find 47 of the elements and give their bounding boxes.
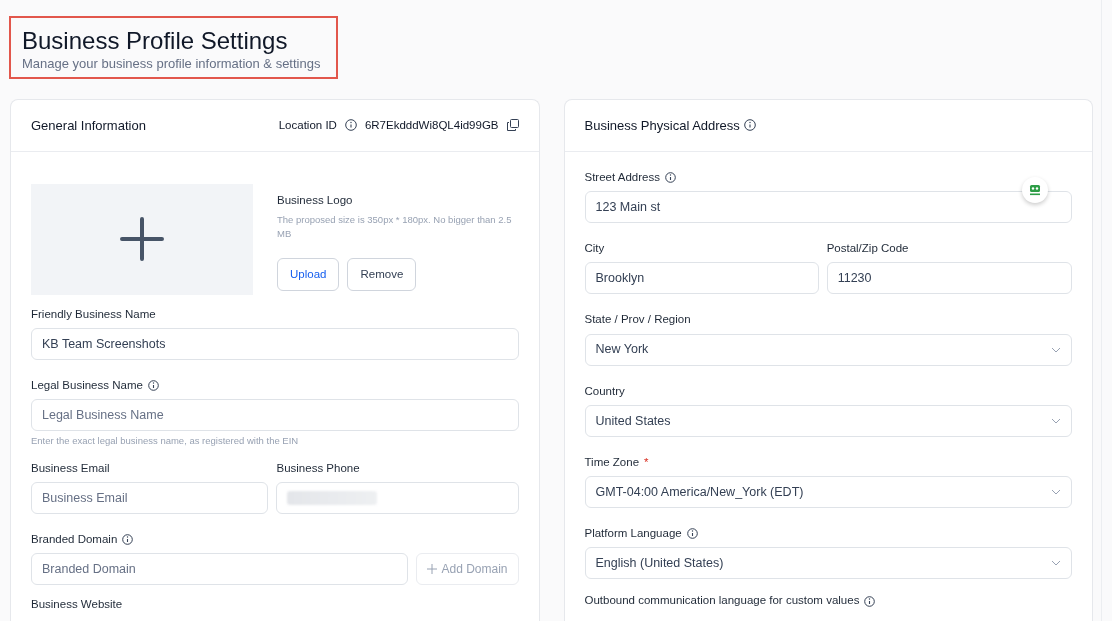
field-label: Business Phone	[276, 460, 360, 476]
field-label: Business Email	[31, 460, 110, 476]
input-field[interactable]: 123 Main st	[584, 191, 1072, 224]
input-field[interactable]: Branded Domain	[31, 553, 409, 586]
select-field[interactable]: English (United States)	[584, 547, 1072, 580]
input-field[interactable]: Business Email	[31, 481, 269, 514]
select-field[interactable]: United States	[584, 404, 1072, 437]
remove-button[interactable]: Remove	[347, 257, 417, 291]
field-label: Branded Domain	[31, 531, 118, 547]
chevron-down-icon	[1051, 417, 1061, 424]
copy-icon[interactable]	[506, 119, 519, 132]
field-label: Outbound communication language for custom values	[584, 593, 860, 609]
input-field[interactable]: 11230	[826, 262, 1072, 295]
field-label: Platform Language	[584, 526, 682, 542]
field-label: Friendly Business Name	[31, 306, 156, 322]
field-label: City	[584, 241, 605, 257]
card-title: Business Physical Address	[584, 116, 740, 135]
chevron-down-icon	[1051, 560, 1061, 567]
location-id: 6R7EkdddWi8QL4id99GB	[364, 117, 499, 133]
field-label: Legal Business Name	[31, 378, 143, 394]
page-title: Business Profile Settings	[22, 28, 289, 55]
logo-hint: The proposed size is 350px * 180px. No bigger than 2.5 MB	[277, 213, 513, 242]
info-icon	[344, 119, 357, 132]
location-label: Location ID	[278, 117, 337, 133]
plus-icon	[120, 217, 164, 262]
logo-label: Business Logo	[277, 192, 354, 208]
field-label: State / Prov / Region	[584, 312, 691, 328]
select-field[interactable]: New York	[584, 333, 1072, 366]
field-label: Country	[584, 383, 625, 399]
field-label: Business Website	[31, 597, 123, 613]
plus-icon	[427, 564, 438, 575]
card-title: General Information	[31, 116, 146, 135]
select-field[interactable]: GMT-04:00 America/New_York (EDT)	[584, 476, 1072, 509]
input-field[interactable]: KB Team Screenshots	[31, 328, 519, 361]
extension-badge-icon[interactable]	[1022, 177, 1048, 204]
page-subtitle: Manage your business profile information & settings	[22, 55, 321, 74]
field-label: Street Address	[584, 169, 660, 185]
chevron-down-icon	[1051, 346, 1061, 353]
input-field[interactable]: Brooklyn	[584, 262, 819, 295]
helper-text: Enter the exact legal business name, as registered with the EIN	[31, 434, 300, 449]
input-field[interactable]	[276, 481, 519, 514]
required-mark: *	[644, 454, 649, 470]
input-field[interactable]: Legal Business Name	[31, 399, 519, 432]
field-label: Postal/Zip Code	[826, 241, 909, 257]
chevron-down-icon	[1051, 489, 1061, 496]
field-label: Time Zone	[584, 454, 640, 470]
upload-button[interactable]: Upload	[277, 257, 340, 291]
